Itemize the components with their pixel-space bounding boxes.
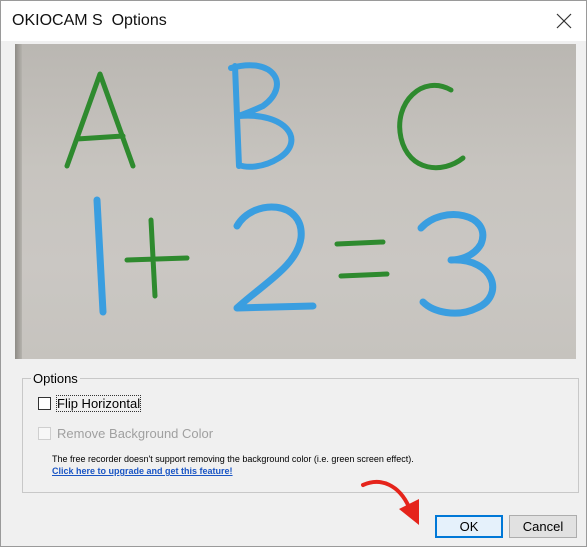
annotation-arrow-icon (361, 479, 419, 525)
options-group-label: Options (31, 371, 80, 386)
handwritten-equals (334, 239, 390, 279)
handwritten-plus (124, 217, 190, 299)
window-title: OKIOCAM S Options (12, 12, 167, 29)
free-version-note: The free recorder doesn't support removi… (52, 454, 414, 464)
handwritten-digit-2 (233, 203, 317, 312)
camera-preview (15, 44, 576, 359)
handwritten-letter-c (397, 82, 466, 171)
remove-background-label: Remove Background Color (57, 426, 214, 441)
options-dialog: OKIOCAM S Options Options Flip Horizonta… (0, 0, 587, 547)
upgrade-link[interactable]: Click here to upgrade and get this featu… (52, 466, 233, 476)
title-bar[interactable]: OKIOCAM S Options (1, 1, 586, 41)
remove-background-checkbox[interactable] (38, 427, 51, 440)
flip-horizontal-checkbox[interactable] (38, 397, 51, 410)
handwritten-letter-b (228, 62, 295, 170)
handwritten-letter-a (64, 71, 136, 169)
handwritten-digit-3 (417, 211, 497, 317)
flip-horizontal-label[interactable]: Flip Horizontal (55, 395, 142, 412)
ok-button[interactable]: OK (435, 515, 503, 538)
cancel-button[interactable]: Cancel (509, 515, 577, 538)
camera-preview-image (64, 62, 497, 317)
close-button[interactable] (542, 1, 586, 41)
close-icon (556, 13, 572, 29)
handwritten-digit-1 (93, 196, 107, 316)
